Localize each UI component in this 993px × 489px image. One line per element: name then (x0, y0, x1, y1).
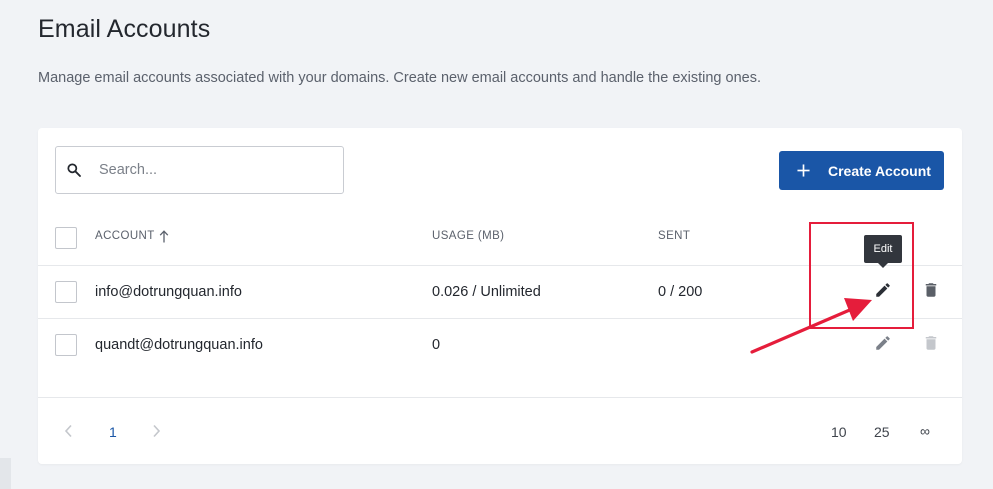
row-checkbox[interactable] (55, 334, 77, 356)
chevron-left-icon[interactable] (63, 424, 75, 438)
accounts-card: Create Account ACCOUNT USAGE (MB) SENT i… (38, 128, 962, 464)
page-title: Email Accounts (38, 15, 211, 43)
account-usage: 0.026 / Unlimited (432, 284, 541, 300)
sidebar-edge (0, 458, 11, 489)
search-box[interactable] (55, 146, 344, 194)
page-number-current[interactable]: 1 (109, 424, 117, 440)
plus-icon (797, 164, 810, 177)
account-sent: 0 / 200 (658, 284, 703, 300)
sort-arrow-up-icon[interactable] (159, 230, 169, 243)
pagination-divider (38, 397, 962, 398)
trash-icon[interactable] (922, 334, 940, 352)
create-account-button[interactable]: Create Account (779, 151, 944, 190)
trash-icon[interactable] (922, 281, 940, 299)
page-size-option[interactable]: ∞ (920, 423, 930, 439)
annotation-highlight-box (809, 222, 914, 329)
create-account-label: Create Account (828, 162, 931, 179)
column-header-usage[interactable]: USAGE (MB) (432, 230, 504, 242)
row-checkbox[interactable] (55, 281, 77, 303)
select-all-checkbox[interactable] (55, 227, 77, 249)
pencil-icon[interactable] (874, 334, 892, 352)
account-email[interactable]: quandt@dotrungquan.info (95, 337, 263, 353)
page-size-option[interactable]: 10 (831, 424, 847, 440)
account-email[interactable]: info@dotrungquan.info (95, 284, 242, 300)
page-subtitle: Manage email accounts associated with yo… (38, 70, 761, 86)
page-size-option[interactable]: 25 (874, 424, 890, 440)
column-header-sent[interactable]: SENT (658, 230, 690, 242)
column-header-account[interactable]: ACCOUNT (95, 230, 155, 242)
search-input[interactable] (99, 147, 339, 193)
account-usage: 0 (432, 337, 441, 353)
search-icon (67, 163, 81, 177)
chevron-right-icon[interactable] (150, 424, 162, 438)
